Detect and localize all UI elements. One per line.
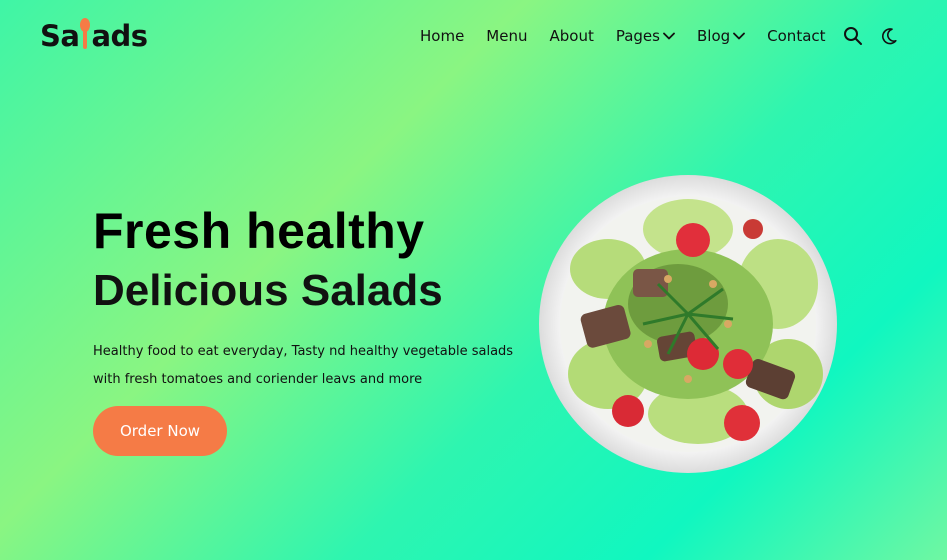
hero-description-line: Healthy food to eat everyday, Tasty nd h… [93, 344, 514, 359]
nav-item-about[interactable]: About [549, 27, 593, 45]
search-icon[interactable] [843, 26, 863, 46]
nav-icons [843, 26, 899, 46]
brand-logo[interactable]: Sa ads [40, 18, 148, 54]
moon-icon[interactable] [879, 26, 899, 46]
hero-title: Fresh healthy [93, 203, 425, 259]
main-menu: Home Menu About Pages Blog Contact [420, 24, 826, 48]
salad-plate-image [539, 175, 837, 473]
spoon-icon [80, 18, 91, 54]
nav-item-home[interactable]: Home [420, 27, 464, 45]
nav-label-contact: Contact [767, 27, 826, 45]
nav-item-menu[interactable]: Menu [486, 27, 527, 45]
hero-description: Healthy food to eat everyday, Tasty nd h… [93, 338, 523, 394]
logo-text-end: ads [91, 19, 148, 53]
nav-item-contact[interactable]: Contact [767, 27, 825, 45]
nav-item-blog[interactable]: Blog [696, 27, 746, 45]
order-now-button[interactable]: Order Now [93, 406, 227, 456]
chevron-down-icon [733, 32, 746, 40]
hero-description-line: with fresh tomatoes and coriender leavs … [93, 372, 423, 387]
nav-label-about: About [549, 27, 594, 45]
navbar: Sa ads Home Menu About Pages Blog Contac… [0, 0, 947, 72]
logo-text-start: Sa [40, 19, 80, 53]
nav-label-blog: Blog [696, 27, 731, 45]
nav-label-pages: Pages [615, 27, 660, 45]
chevron-down-icon [663, 32, 675, 40]
nav-item-pages[interactable]: Pages [616, 27, 675, 45]
nav-label-home: Home [420, 27, 465, 45]
hero-subtitle: Delicious Salads [93, 266, 443, 315]
nav-label-menu: Menu [486, 27, 528, 45]
